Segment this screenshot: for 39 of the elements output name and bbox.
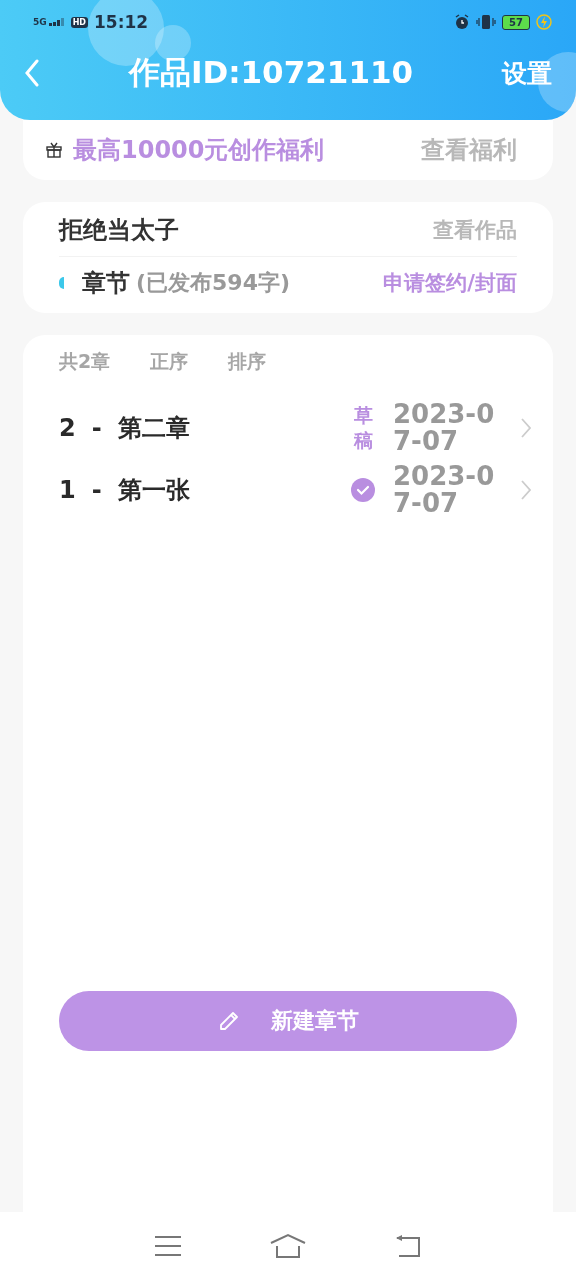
order-button[interactable]: 正序 (150, 349, 189, 375)
home-icon[interactable] (269, 1233, 307, 1259)
word-count: (已发布594字) (136, 269, 292, 297)
view-benefits-link[interactable]: 查看福利 (421, 134, 517, 166)
chapter-separator: - (91, 476, 102, 504)
chapter-count: 共2章 (59, 349, 111, 374)
vibrate-icon (476, 14, 497, 30)
chapter-separator: - (91, 414, 102, 442)
sort-button[interactable]: 排序 (228, 349, 267, 375)
section-marker (59, 277, 64, 289)
section-label: 章节 (82, 268, 130, 299)
chapter-date: 2023-07-07 (393, 462, 496, 518)
menu-icon[interactable] (153, 1234, 183, 1258)
page-title: 作品ID:10721110 (128, 53, 414, 92)
battery-icon: 57 (502, 14, 530, 30)
apply-contract-link[interactable]: 申请签约/封面 (383, 269, 517, 297)
network-label: 5G (33, 17, 47, 27)
bonus-text: 最高10000元创作福利 (73, 135, 326, 166)
gift-icon (45, 141, 63, 159)
chevron-icon (521, 480, 531, 500)
view-work-link[interactable]: 查看作品 (433, 216, 517, 244)
pencil-icon (217, 1009, 241, 1033)
charging-icon (536, 14, 552, 30)
draft-label: 草稿 (353, 403, 373, 453)
settings-button[interactable]: 设置 (502, 56, 552, 90)
chapter-title: 第一张 (117, 475, 191, 506)
new-chapter-button[interactable]: 新建章节 (59, 991, 517, 1051)
chapter-title: 第二章 (117, 413, 191, 444)
work-title: 拒绝当太子 (59, 215, 179, 246)
clock-time: 15:12 (94, 12, 149, 32)
chapter-date: 2023-07-07 (393, 400, 496, 456)
chapter-number: 2 (59, 414, 76, 442)
signal-icon (48, 18, 65, 26)
chevron-icon (521, 418, 531, 438)
alarm-icon (454, 14, 471, 30)
chapter-row[interactable]: 2 - 第二章 草稿 2023-07-07 (59, 397, 517, 459)
chapter-number: 1 (59, 476, 76, 504)
hd-badge: HD (70, 16, 88, 28)
chapter-row[interactable]: 1 - 第一张 2023-07-07 (59, 459, 517, 521)
